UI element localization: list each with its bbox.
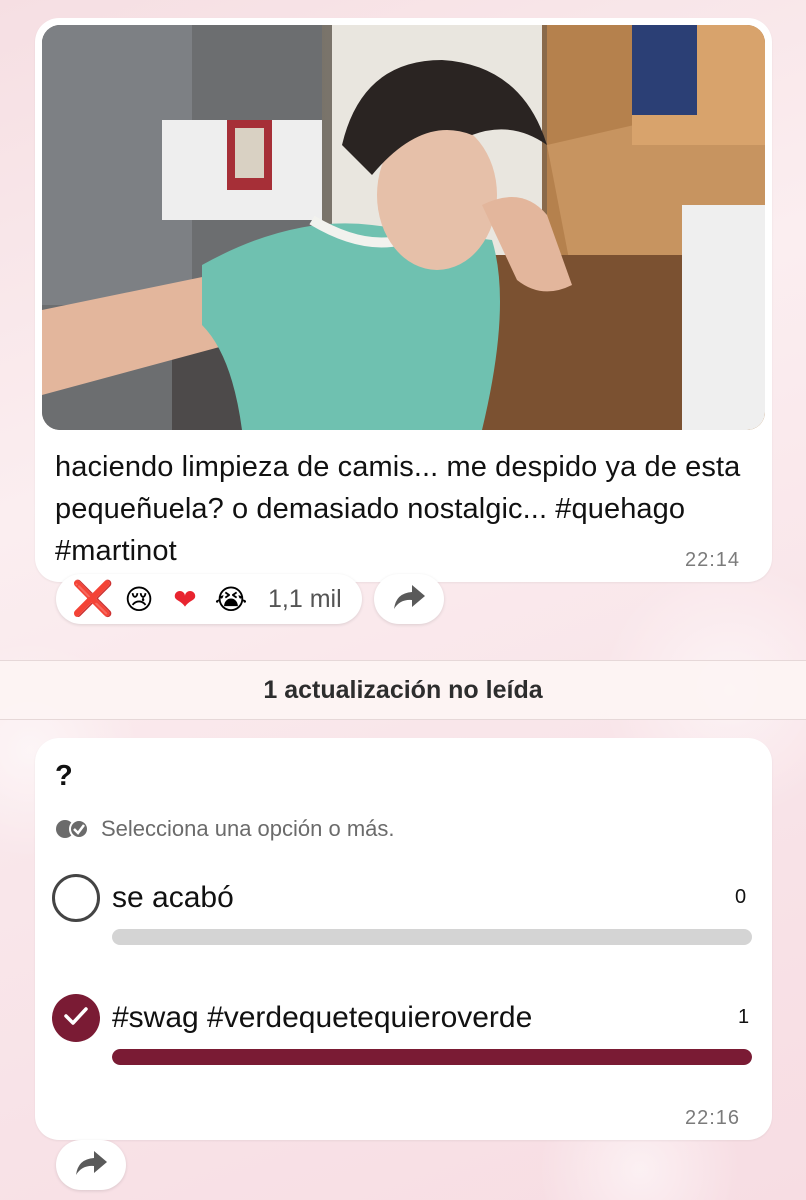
loudly-crying-face-icon[interactable]: 😭 — [208, 583, 254, 616]
poll-hint-text: Selecciona una opción o más. — [101, 816, 395, 841]
post-text: haciendo limpieza de camis... me despido… — [55, 451, 741, 567]
red-heart-icon[interactable]: ❤ — [162, 583, 208, 616]
poll-option-2-bar — [112, 1049, 752, 1065]
poll-card: ? Selecciona una opción o más. se acabó … — [35, 738, 772, 1140]
poll-option-2-label[interactable]: #swag #verdequetequieroverde — [112, 1001, 532, 1035]
unread-label: 1 actualización no leída — [263, 675, 543, 704]
cross-mark-icon[interactable]: ❌ — [70, 579, 116, 619]
forward-arrow-icon — [74, 1149, 108, 1182]
forward-button[interactable] — [374, 574, 444, 624]
double-check-icon — [55, 819, 91, 839]
poll-hint: Selecciona una opción o más. — [55, 816, 395, 842]
reactions-bar[interactable]: ❌ 😢 ❤ 😭 1,1 mil — [56, 574, 362, 624]
poll-option-2-votes: 1 — [738, 1006, 750, 1028]
poll-forward-button[interactable] — [56, 1140, 126, 1190]
post-time: 22:14 — [685, 549, 741, 571]
forward-arrow-icon — [392, 583, 426, 616]
poll-option-1-label[interactable]: se acabó — [112, 881, 234, 915]
unread-separator: 1 actualización no leída — [0, 660, 806, 720]
poll-question: ? — [55, 760, 73, 792]
checkmark-icon — [63, 1005, 89, 1032]
reaction-count: 1,1 mil — [268, 584, 342, 613]
channel-post[interactable]: haciendo limpieza de camis... me despido… — [35, 18, 772, 582]
crying-face-icon[interactable]: 😢 — [116, 583, 162, 616]
poll-time: 22:16 — [685, 1107, 741, 1129]
post-photo[interactable] — [42, 25, 765, 430]
poll-option-1-checkbox[interactable] — [52, 874, 100, 922]
poll-option-2-bar-fill — [112, 1049, 752, 1065]
poll-option-1-votes: 0 — [735, 886, 747, 908]
poll-option-1-bar — [112, 929, 752, 945]
poll-option-2-checkbox[interactable] — [52, 994, 100, 1042]
